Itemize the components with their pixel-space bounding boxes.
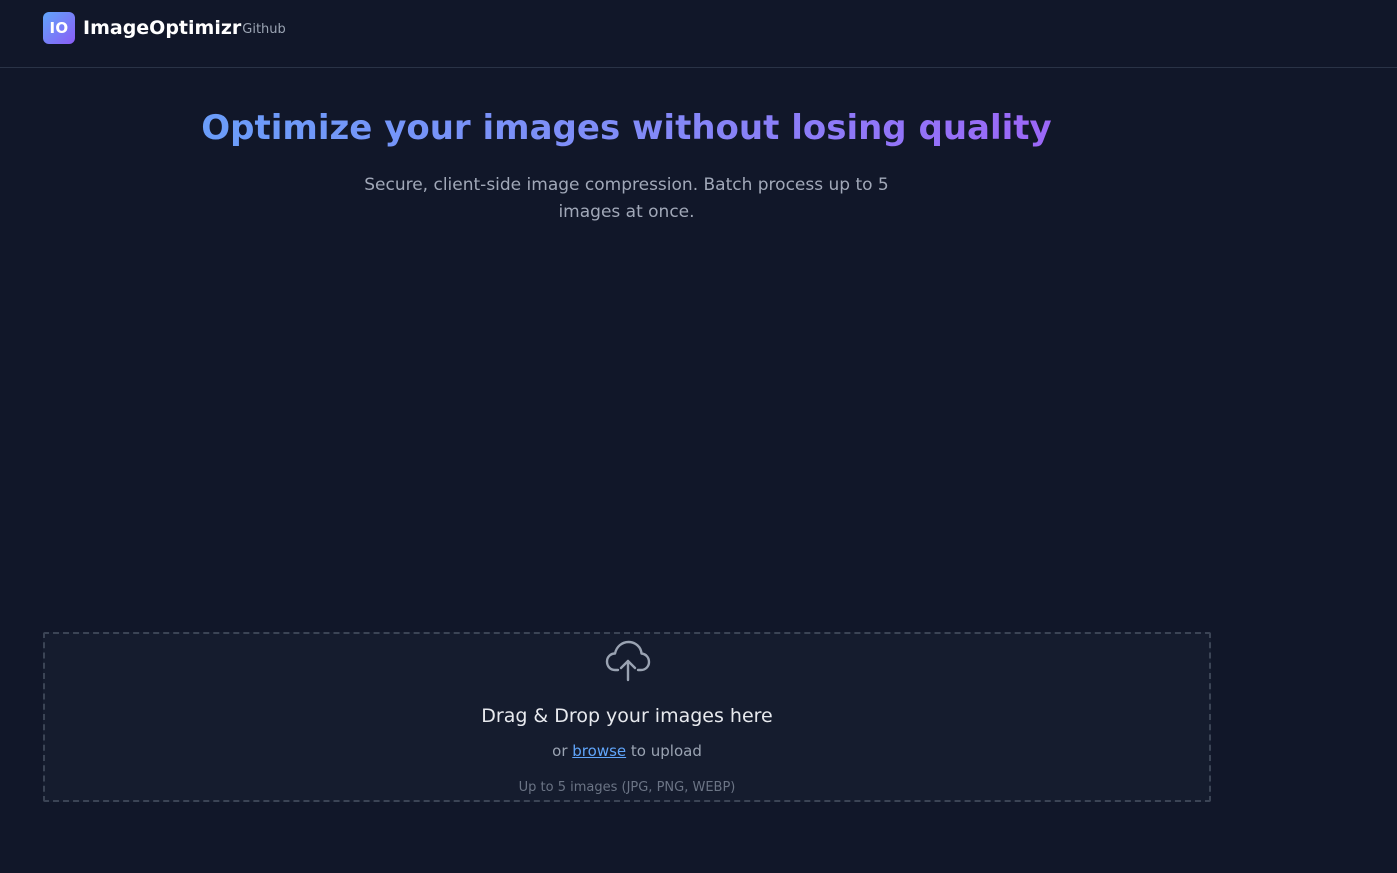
logo-text: IO: [49, 19, 69, 37]
github-link[interactable]: Github: [242, 22, 286, 37]
hero-subtitle: Secure, client-side image compression. B…: [364, 175, 889, 222]
cloud-upload-icon: [605, 640, 651, 682]
dropzone-subtext: or browse to upload: [45, 740, 1209, 762]
brand-name: ImageOptimizr: [83, 17, 242, 39]
dropzone-suffix: to upload: [630, 742, 702, 760]
browse-link[interactable]: browse: [572, 742, 626, 760]
dropzone-prefix: or: [552, 742, 568, 760]
brand[interactable]: IO ImageOptimizr Github: [43, 12, 286, 44]
hero-title: Optimize your images without losing qual…: [0, 104, 1253, 152]
top-navbar: IO ImageOptimizr Github: [0, 0, 1397, 68]
dropzone-hint: Up to 5 images (JPG, PNG, WEBP): [518, 780, 736, 795]
upload-dropzone[interactable]: Drag & Drop your images here or browse t…: [43, 632, 1211, 802]
logo-icon: IO: [43, 12, 75, 44]
dropzone-title: Drag & Drop your images here: [481, 705, 773, 727]
